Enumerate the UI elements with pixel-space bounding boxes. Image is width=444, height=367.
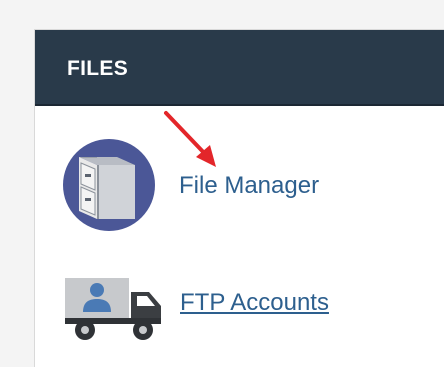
files-panel-header: FILES <box>35 30 444 106</box>
ftp-truck-user-icon[interactable] <box>61 272 165 349</box>
ftp-accounts-link[interactable]: FTP Accounts <box>61 272 361 344</box>
file-cabinet-icon[interactable] <box>61 137 161 240</box>
file-manager-link[interactable]: File Manager <box>61 137 361 235</box>
ftp-accounts-label[interactable]: FTP Accounts <box>180 289 329 317</box>
section-title: FILES <box>67 57 129 80</box>
files-panel: FILES File Manager FTP Accounts <box>34 29 444 367</box>
file-manager-label[interactable]: File Manager <box>179 172 319 200</box>
